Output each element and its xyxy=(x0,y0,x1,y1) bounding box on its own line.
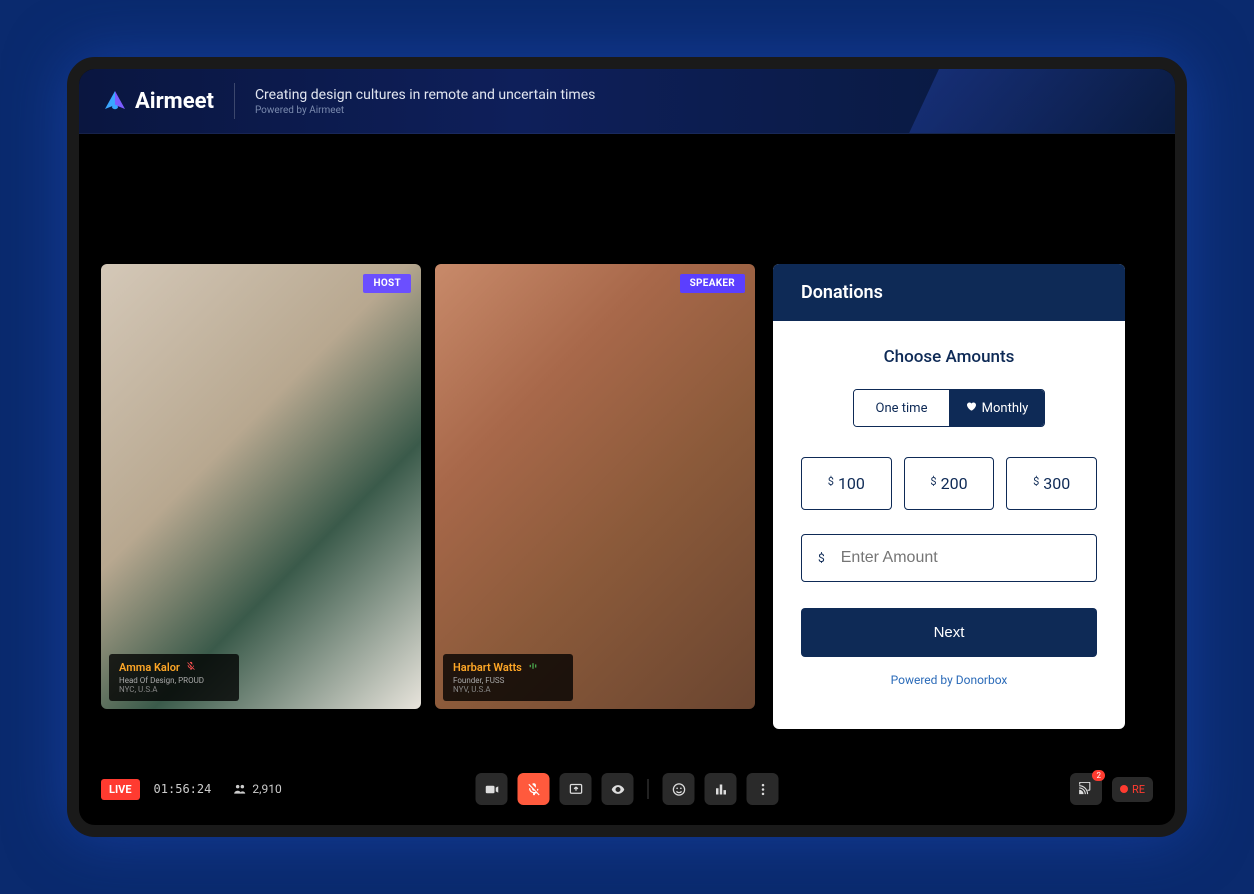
airmeet-logo-icon xyxy=(103,89,127,113)
video-grid: HOST Amma Kalor Head Of Design, PROUD NY… xyxy=(101,264,755,759)
more-options-button[interactable] xyxy=(747,773,779,805)
video-tile-host[interactable]: HOST Amma Kalor Head Of Design, PROUD NY… xyxy=(101,264,421,709)
center-controls xyxy=(476,773,779,805)
camera-button[interactable] xyxy=(476,773,508,805)
emoji-button[interactable] xyxy=(663,773,695,805)
powered-by-label: Powered by Donorbox xyxy=(801,673,1097,687)
toolbar-separator xyxy=(648,779,649,799)
header-bar: Airmeet Creating design cultures in remo… xyxy=(79,69,1175,134)
brand-name: Airmeet xyxy=(135,89,214,114)
heart-icon xyxy=(965,400,977,416)
amount-options: $100 $200 $300 xyxy=(801,457,1097,510)
viewer-number: 2,910 xyxy=(252,782,281,796)
participant-location: NYC, U.S.A xyxy=(119,685,229,694)
role-badge-speaker: SPEAKER xyxy=(680,274,745,293)
session-timer: 01:56:24 xyxy=(154,782,212,796)
record-label: RE xyxy=(1132,783,1145,796)
participant-title: Head Of Design, PROUD xyxy=(119,676,229,685)
people-icon xyxy=(233,782,247,796)
frequency-monthly-label: Monthly xyxy=(982,401,1029,416)
amount-option-2[interactable]: $200 xyxy=(904,457,995,510)
event-title: Creating design cultures in remote and u… xyxy=(255,87,595,103)
name-plate: Amma Kalor Head Of Design, PROUD NYC, U.… xyxy=(109,654,239,701)
next-button[interactable]: Next xyxy=(801,608,1097,657)
visibility-button[interactable] xyxy=(602,773,634,805)
viewer-count: 2,910 xyxy=(233,782,281,796)
participant-title: Founder, FUSS xyxy=(453,676,563,685)
name-plate: Harbart Watts Founder, FUSS NYV, U.S.A xyxy=(443,654,573,701)
choose-amounts-label: Choose Amounts xyxy=(801,347,1097,367)
participant-name: Amma Kalor xyxy=(119,661,180,674)
amount-option-1[interactable]: $100 xyxy=(801,457,892,510)
header-titles: Creating design cultures in remote and u… xyxy=(255,87,595,116)
record-dot-icon xyxy=(1120,785,1128,793)
main-content: HOST Amma Kalor Head Of Design, PROUD NY… xyxy=(79,134,1175,759)
bottom-toolbar: LIVE 01:56:24 2,910 2 RE xyxy=(79,759,1175,825)
cast-button[interactable]: 2 xyxy=(1070,773,1102,805)
currency-symbol: $ xyxy=(818,551,825,565)
event-subtitle: Powered by Airmeet xyxy=(255,105,595,116)
custom-amount-field[interactable]: $ xyxy=(801,534,1097,582)
mic-muted-icon xyxy=(186,661,196,674)
donation-header: Donations xyxy=(773,264,1125,321)
share-screen-button[interactable] xyxy=(560,773,592,805)
record-button[interactable]: RE xyxy=(1112,777,1153,802)
brand-logo: Airmeet xyxy=(103,89,214,114)
participant-name: Harbart Watts xyxy=(453,661,522,674)
frequency-monthly[interactable]: Monthly xyxy=(949,390,1044,426)
video-tile-speaker[interactable]: SPEAKER Harbart Watts Founder, FUSS NYV,… xyxy=(435,264,755,709)
app-frame: Airmeet Creating design cultures in remo… xyxy=(67,57,1187,837)
polls-button[interactable] xyxy=(705,773,737,805)
participant-location: NYV, U.S.A xyxy=(453,685,563,694)
amount-option-3[interactable]: $300 xyxy=(1006,457,1097,510)
right-controls: 2 RE xyxy=(1070,773,1153,805)
frequency-one-time[interactable]: One time xyxy=(854,390,949,426)
cast-badge-count: 2 xyxy=(1092,770,1105,781)
role-badge-host: HOST xyxy=(363,274,411,293)
header-divider xyxy=(234,83,235,119)
live-badge: LIVE xyxy=(101,779,140,800)
mic-mute-button[interactable] xyxy=(518,773,550,805)
donation-panel: Donations Choose Amounts One time Monthl… xyxy=(773,264,1125,729)
custom-amount-input[interactable] xyxy=(841,549,1080,567)
frequency-toggle: One time Monthly xyxy=(853,389,1045,427)
audio-active-icon xyxy=(528,661,538,674)
